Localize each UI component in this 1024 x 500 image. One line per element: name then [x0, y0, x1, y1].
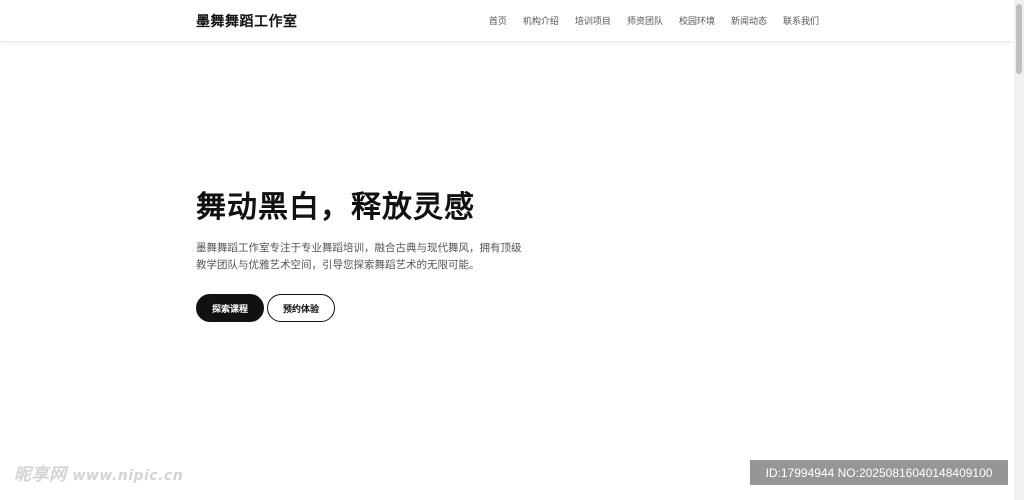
site-header: 墨舞舞蹈工作室 首页 机构介绍 培训项目 师资团队 校园环境 新闻动态 联系我们 [0, 0, 1014, 42]
watermark-brand: 昵享网 www.nipic.cn [14, 460, 183, 485]
watermark-brand-name: 昵享网 [14, 465, 67, 485]
nav-item-campus[interactable]: 校园环境 [679, 14, 715, 27]
nav-item-teachers[interactable]: 师资团队 [627, 14, 663, 27]
watermark-url: www.nipic.cn [72, 468, 184, 484]
page-scrollbar[interactable] [1014, 0, 1024, 500]
nav-item-news[interactable]: 新闻动态 [731, 14, 767, 27]
watermark-id: ID:17994944 NO:20250816040148409100 [750, 460, 1008, 485]
hero-title: 舞动黑白，释放灵感 [196, 190, 475, 225]
page: 墨舞舞蹈工作室 首页 机构介绍 培训项目 师资团队 校园环境 新闻动态 联系我们… [0, 0, 1024, 500]
nav-item-about[interactable]: 机构介绍 [523, 14, 559, 27]
site-logo[interactable]: 墨舞舞蹈工作室 [196, 11, 298, 31]
hero-description: 墨舞舞蹈工作室专注于专业舞蹈培训，融合古典与现代舞风，拥有顶级教学团队与优雅艺术… [196, 242, 522, 271]
scrollbar-thumb[interactable] [1016, 4, 1022, 74]
nav-item-home[interactable]: 首页 [489, 14, 507, 27]
nav-item-contact[interactable]: 联系我们 [783, 14, 819, 27]
explore-courses-button[interactable]: 探索课程 [196, 294, 264, 322]
book-trial-button[interactable]: 预约体验 [267, 294, 335, 322]
nav-item-courses[interactable]: 培训项目 [575, 14, 611, 27]
hero-buttons: 探索课程 预约体验 [196, 294, 596, 322]
main-nav: 首页 机构介绍 培训项目 师资团队 校园环境 新闻动态 联系我们 [489, 14, 819, 27]
hero-section: 舞动黑白，释放灵感 墨舞舞蹈工作室专注于专业舞蹈培训，融合古典与现代舞风，拥有顶… [196, 188, 596, 322]
